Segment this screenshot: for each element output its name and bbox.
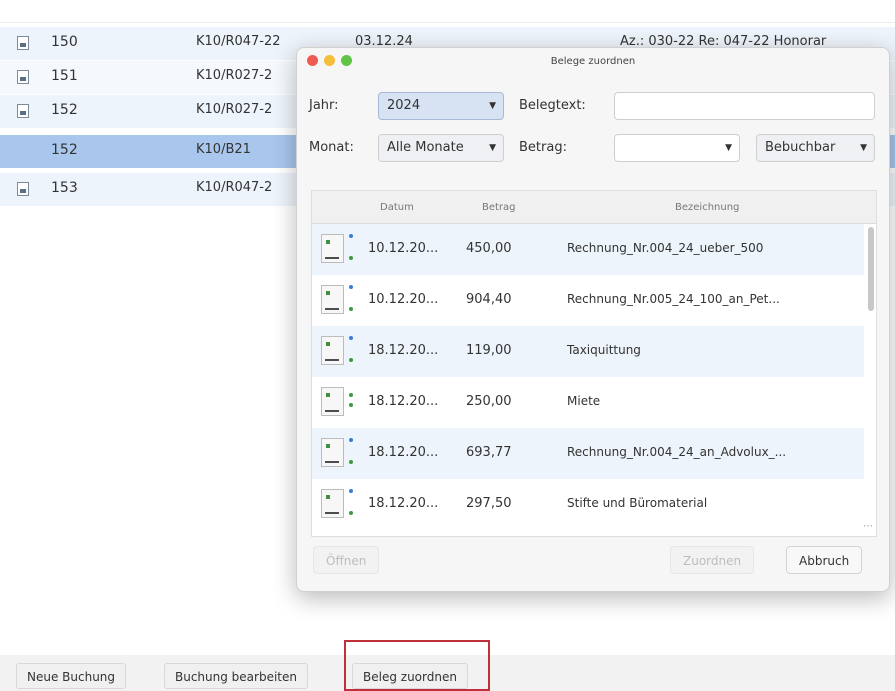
belegtext-input[interactable] <box>614 92 875 120</box>
chevron-down-icon: ▼ <box>489 143 496 153</box>
belege-zuordnen-dialog: Belege zuordnen Jahr: 2024 ▼ Belegtext: … <box>296 47 890 592</box>
list-header: Datum Betrag Bezeichnung <box>312 191 876 224</box>
item-betrag: 250,00 <box>466 394 512 409</box>
list-item[interactable]: 10.12.20... 450,00 Rechnung_Nr.004_24_ue… <box>312 224 864 275</box>
status-dots-icon <box>349 285 353 313</box>
row-konto: K10/R047-2 <box>196 180 273 195</box>
item-datum: 18.12.20... <box>368 394 439 409</box>
item-betrag: 693,77 <box>466 445 512 460</box>
item-datum: 18.12.20... <box>368 343 439 358</box>
column-header-bezeichnung[interactable]: Bezeichnung <box>675 202 739 213</box>
list-item[interactable]: 18.12.20... 119,00 Taxiquittung <box>312 326 864 377</box>
column-header-betrag[interactable]: Betrag <box>482 202 516 213</box>
chevron-down-icon: ▼ <box>489 101 496 111</box>
item-datum: 18.12.20... <box>368 496 439 511</box>
monat-label: Monat: <box>309 140 354 155</box>
item-datum: 10.12.20... <box>368 292 439 307</box>
item-bezeichnung: Rechnung_Nr.004_24_an_Advolux_... <box>567 445 787 459</box>
highlight-annotation <box>344 640 490 691</box>
document-thumbnail-icon <box>321 438 344 467</box>
zuordnen-button[interactable]: Zuordnen <box>670 546 755 574</box>
column-header-datum[interactable]: Datum <box>380 202 414 213</box>
belegtext-label: Belegtext: <box>519 98 586 113</box>
row-konto: K10/R027-2 <box>196 102 273 117</box>
row-konto: K10/B21 <box>196 142 251 157</box>
status-filter-select[interactable]: Bebuchbar ▼ <box>756 134 875 162</box>
document-thumbnail-icon <box>321 285 344 314</box>
item-bezeichnung: Rechnung_Nr.005_24_100_an_Pet... <box>567 292 780 306</box>
status-dots-icon <box>349 234 353 262</box>
document-icon <box>17 182 29 196</box>
chevron-down-icon: ▼ <box>725 143 732 153</box>
item-betrag: 119,00 <box>466 343 512 358</box>
status-filter-value: Bebuchbar <box>765 140 836 155</box>
item-datum: 18.12.20... <box>368 445 439 460</box>
item-bezeichnung: Rechnung_Nr.004_24_ueber_500 <box>567 241 764 255</box>
row-number: 150 <box>51 34 78 50</box>
dialog-title: Belege zuordnen <box>550 56 636 67</box>
row-konto: K10/R047-22 <box>196 34 281 49</box>
monat-select[interactable]: Alle Monate ▼ <box>378 134 504 162</box>
dialog-titlebar: Belege zuordnen <box>297 48 889 74</box>
monat-value: Alle Monate <box>387 140 464 155</box>
item-bezeichnung: Stifte und Büromaterial <box>567 496 708 510</box>
status-dots-icon <box>349 438 353 466</box>
document-icon <box>17 70 29 84</box>
table-header-strip <box>0 0 895 23</box>
table-empty-area <box>0 584 895 644</box>
item-bezeichnung: Taxiquittung <box>567 343 641 357</box>
neue-buchung-button[interactable]: Neue Buchung <box>16 663 127 689</box>
row-number: 153 <box>51 180 78 196</box>
list-item[interactable]: 18.12.20... 297,50 Stifte und Büromateri… <box>312 479 864 530</box>
row-number: 151 <box>51 68 78 84</box>
item-betrag: 904,40 <box>466 292 512 307</box>
list-item[interactable]: 18.12.20... 693,77 Rechnung_Nr.004_24_an… <box>312 428 864 479</box>
document-thumbnail-icon <box>321 387 344 416</box>
betrag-select[interactable]: ▼ <box>614 134 740 162</box>
abbruch-button[interactable]: Abbruch <box>786 546 863 574</box>
status-dots-icon <box>349 489 353 517</box>
document-thumbnail-icon <box>321 234 344 263</box>
buchung-bearbeiten-button[interactable]: Buchung bearbeiten <box>164 663 308 689</box>
item-bezeichnung: Miete <box>567 394 601 408</box>
jahr-select[interactable]: 2024 ▼ <box>378 92 504 120</box>
belege-list[interactable]: Datum Betrag Bezeichnung 10.12.20... 450… <box>311 190 877 537</box>
list-scrollbar[interactable] <box>868 227 874 311</box>
status-dots-icon <box>349 387 353 415</box>
oeffnen-button[interactable]: Öffnen <box>313 546 380 574</box>
document-icon <box>17 104 29 118</box>
list-item[interactable]: 18.12.20... 250,00 Miete <box>312 377 864 428</box>
item-datum: 10.12.20... <box>368 241 439 256</box>
list-item[interactable]: 10.12.20... 904,40 Rechnung_Nr.005_24_10… <box>312 275 864 326</box>
jahr-label: Jahr: <box>309 98 339 113</box>
document-thumbnail-icon <box>321 489 344 518</box>
item-betrag: 297,50 <box>466 496 512 511</box>
scroll-more-icon: ⋯ <box>863 521 873 532</box>
row-konto: K10/R027-2 <box>196 68 273 83</box>
row-number: 152 <box>51 142 78 158</box>
betrag-label: Betrag: <box>519 140 567 155</box>
chevron-down-icon: ▼ <box>860 143 867 153</box>
document-thumbnail-icon <box>321 336 344 365</box>
status-dots-icon <box>349 336 353 364</box>
row-number: 152 <box>51 102 78 118</box>
item-betrag: 450,00 <box>466 241 512 256</box>
document-icon <box>17 36 29 50</box>
jahr-value: 2024 <box>387 98 421 113</box>
